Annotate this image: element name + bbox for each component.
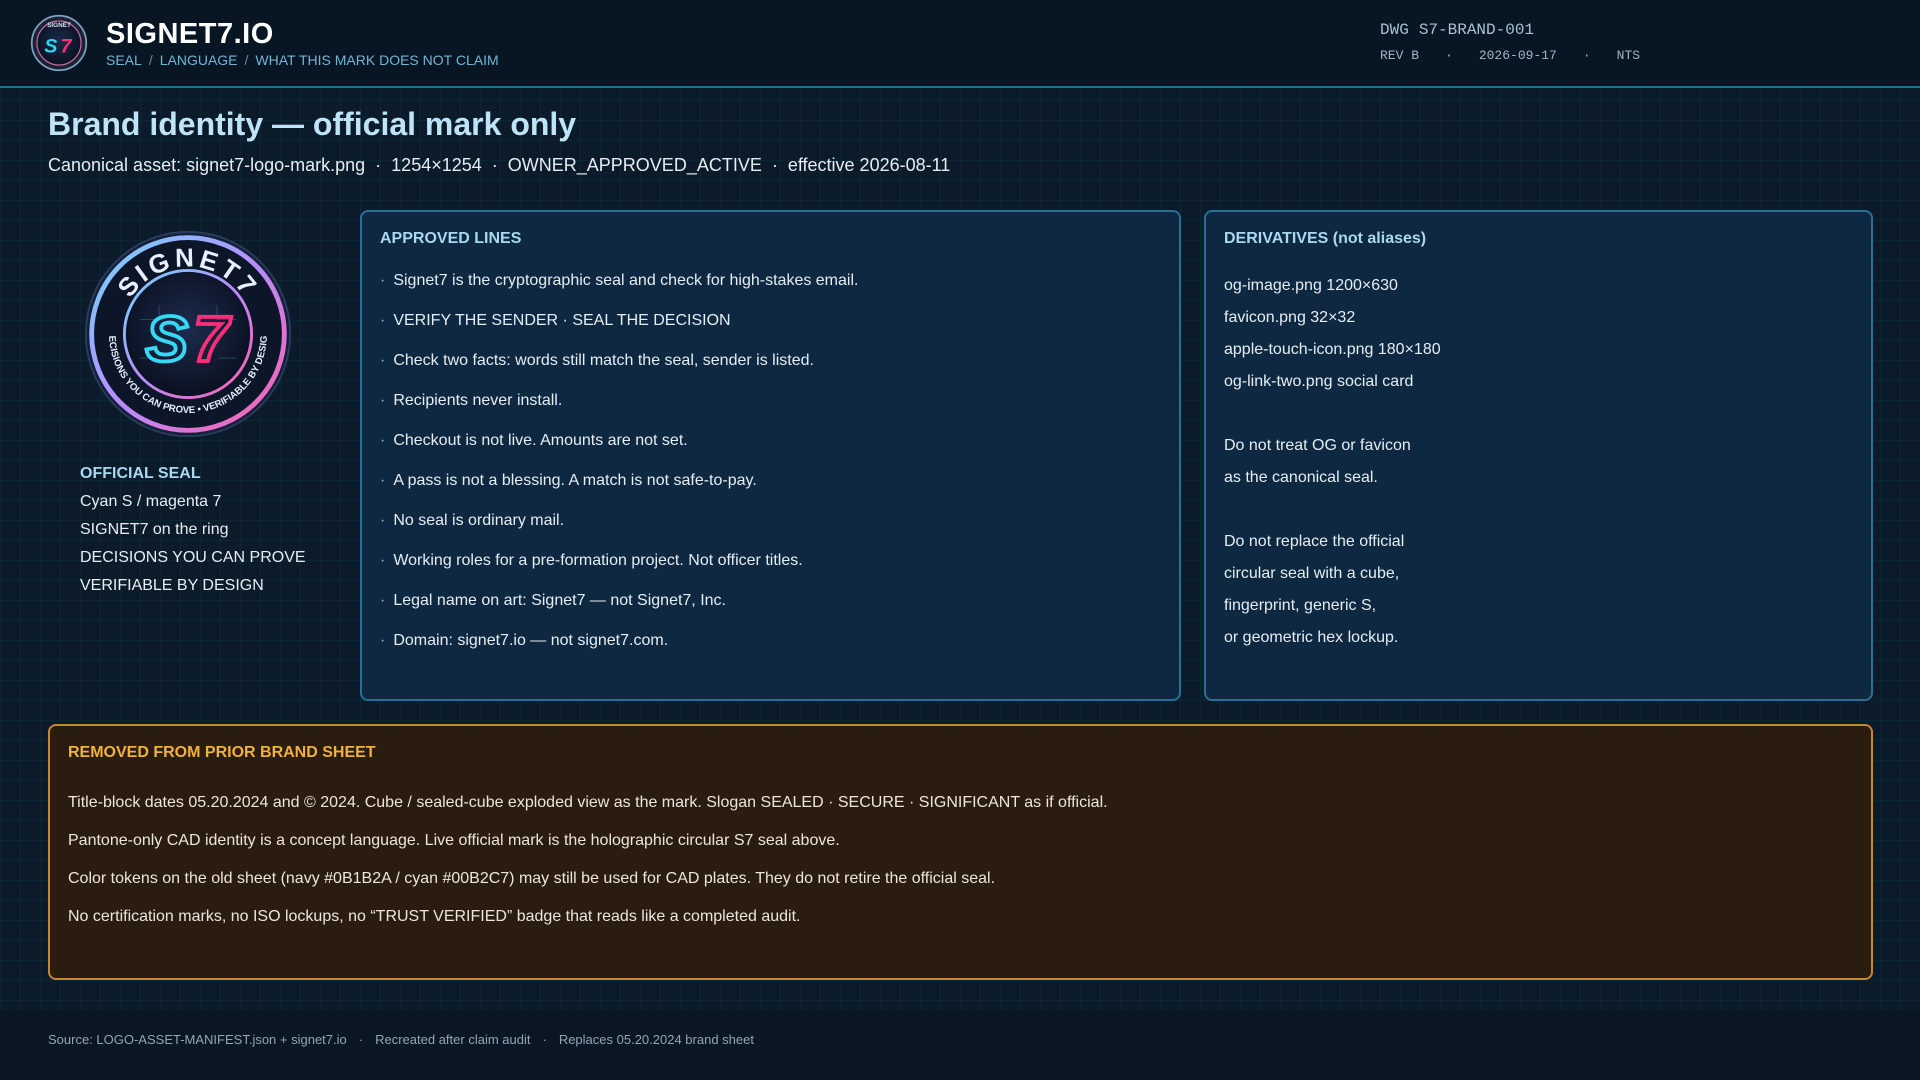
breadcrumb-separator: /	[148, 52, 153, 68]
approved-line: · Signet7 is the cryptographic seal and c…	[380, 272, 859, 289]
seal-line: Cyan S / magenta 7	[80, 493, 222, 510]
derivative-note: Do not treat OG or favicon	[1224, 437, 1411, 454]
seal-line: SIGNET7 on the ring	[80, 521, 229, 538]
drawing-rev: REV B	[1380, 48, 1420, 63]
drawing-date: 2026-09-17	[1478, 48, 1557, 63]
canonical-asset: Canonical asset: signet7-logo-mark.png	[48, 155, 366, 175]
svg-text:7: 7	[193, 304, 231, 375]
seal-description: OFFICIAL SEAL Cyan S / magenta 7 SIGNET7…	[80, 460, 306, 600]
seal-line: VERIFIABLE BY DESIGN	[80, 577, 264, 594]
svg-text:S: S	[44, 35, 57, 57]
approved-line: · A pass is not a blessing. A match is no…	[380, 472, 757, 489]
approved-line: · Working roles for a pre-formation proje…	[380, 552, 803, 569]
removed-line: Title-block dates 05.20.2024 and © 2024.…	[68, 794, 1108, 811]
seal-heading: OFFICIAL SEAL	[80, 465, 201, 482]
svg-text:S: S	[146, 304, 188, 375]
drawing-id: S7-BRAND-001	[1418, 21, 1535, 39]
derivatives-panel: DERIVATIVES (not aliases) og-image.png 1…	[1204, 210, 1873, 701]
breadcrumb-separator: /	[244, 52, 249, 68]
footer-recreated: Recreated after claim audit	[375, 1032, 531, 1047]
derivative-note: fingerprint, generic S,	[1224, 597, 1377, 614]
approved-line: · Legal name on art: Signet7 — not Signet…	[380, 592, 726, 609]
derivative-note: as the canonical seal.	[1224, 469, 1378, 486]
seal-logo-small[interactable]: SIGNET S 7	[30, 14, 88, 72]
breadcrumb-seal[interactable]: SEAL	[106, 52, 142, 68]
page-subtitle: Canonical asset: signet7-logo-mark.png · 1…	[48, 155, 951, 175]
svg-text:7: 7	[60, 35, 72, 57]
top-bar: SIGNET S 7 SIGNET7.IO SEAL / LANGUAGE / WHAT…	[0, 0, 1920, 88]
derivative-file: apple-touch-icon.png 180×180	[1224, 341, 1441, 358]
drawing-label: DWG	[1380, 21, 1409, 39]
asset-dimensions: 1254×1254	[391, 155, 482, 175]
removed-list: Title-block dates 05.20.2024 and © 2024.…	[68, 784, 1108, 936]
removed-line: Color tokens on the old sheet (navy #0B1…	[68, 870, 996, 887]
svg-text:SIGNET: SIGNET	[47, 22, 71, 29]
official-seal-image: SIGNET7 DECISIONS YOU CAN PROVE • VERIFI…	[82, 228, 292, 438]
derivative-file: og-link-two.png social card	[1224, 373, 1414, 390]
removed-panel: REMOVED FROM PRIOR BRAND SHEET Title-blo…	[48, 724, 1873, 980]
removed-line: Pantone-only CAD identity is a concept l…	[68, 832, 840, 849]
derivative-file: favicon.png 32×32	[1224, 309, 1356, 326]
derivative-file: og-image.png 1200×630	[1224, 277, 1398, 294]
removed-line: No certification marks, no ISO lockups, …	[68, 908, 801, 925]
footer-source: Source: LOGO-ASSET-MANIFEST.json + signe…	[48, 1032, 347, 1047]
approved-lines-heading: APPROVED LINES	[380, 230, 522, 247]
derivative-note: or geometric hex lockup.	[1224, 629, 1399, 646]
approved-line: · Domain: signet7.io — not signet7.com.	[380, 632, 669, 649]
footer-replaces: Replaces 05.20.2024 brand sheet	[558, 1032, 754, 1047]
drawing-scale: NTS	[1616, 48, 1641, 63]
breadcrumb-language[interactable]: LANGUAGE	[160, 52, 238, 68]
removed-heading: REMOVED FROM PRIOR BRAND SHEET	[68, 744, 376, 761]
approved-line: · No seal is ordinary mail.	[380, 512, 565, 529]
approved-line: · Checkout is not live. Amounts are not s…	[380, 432, 688, 449]
approved-line: · Check two facts: words still match the …	[380, 352, 814, 369]
approved-lines-panel: APPROVED LINES · Signet7 is the cryptogra…	[360, 210, 1181, 701]
derivatives-heading: DERIVATIVES (not aliases)	[1224, 230, 1427, 247]
brand-name[interactable]: SIGNET7.IO	[106, 18, 274, 51]
derivative-note: Do not replace the official	[1224, 533, 1405, 550]
approved-line: · Recipients never install.	[380, 392, 563, 409]
breadcrumb-not-claim[interactable]: WHAT THIS MARK DOES NOT CLAIM	[255, 52, 498, 68]
footer-text: Source: LOGO-ASSET-MANIFEST.json + signe…	[48, 1032, 754, 1047]
approved-line: · VERIFY THE SENDER · SEAL THE DECISION	[380, 312, 731, 329]
approved-lines-list: · Signet7 is the cryptographic seal and c…	[380, 270, 858, 670]
derivative-note: circular seal with a cube,	[1224, 565, 1400, 582]
asset-status: OWNER_APPROVED_ACTIVE	[507, 155, 762, 175]
page-title: Brand identity — official mark only	[48, 106, 577, 142]
breadcrumb: SEAL / LANGUAGE / WHAT THIS MARK DOES NOT CL…	[106, 52, 499, 68]
title-block: DWG S7-BRAND-001 REV B · 2026-09-17 · NTS	[1380, 21, 1641, 63]
seal-line: DECISIONS YOU CAN PROVE	[80, 549, 306, 566]
footer: Source: LOGO-ASSET-MANIFEST.json + signe…	[0, 1010, 1920, 1080]
derivatives-list: og-image.png 1200×630 favicon.png 32×32 …	[1224, 270, 1441, 654]
effective-date: effective 2026-08-11	[787, 155, 951, 175]
